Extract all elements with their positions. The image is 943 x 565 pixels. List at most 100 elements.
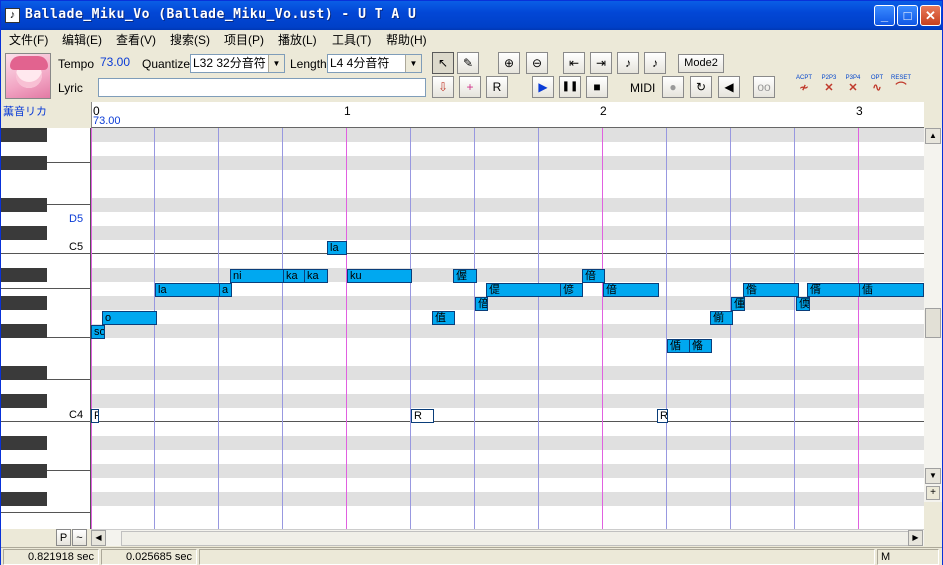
- scroll-down-icon[interactable]: ▼: [925, 468, 941, 484]
- scroll-left-icon[interactable]: ◀: [91, 530, 106, 546]
- scroll-up-icon[interactable]: ▲: [925, 128, 941, 144]
- envelope-opt-button[interactable]: OPT ∿: [865, 75, 889, 97]
- zoom-in-icon[interactable]: ⊕: [498, 52, 520, 74]
- note[interactable]: 偱: [667, 339, 691, 353]
- menu-help[interactable]: 帮助(H): [386, 31, 427, 48]
- play-icon[interactable]: ▶: [532, 76, 554, 98]
- speaker-icon[interactable]: ◀: [718, 76, 740, 98]
- tempo-input[interactable]: 73.00: [98, 54, 138, 73]
- piano-keyboard[interactable]: D5 C5 C4: [1, 128, 91, 529]
- merge-note-icon[interactable]: ♪: [644, 52, 666, 74]
- midi-record-icon[interactable]: ●: [662, 76, 684, 98]
- menu-view[interactable]: 查看(V): [116, 31, 156, 48]
- pitch-curve-button[interactable]: ~: [72, 529, 87, 546]
- envelope-reset-button[interactable]: RESET ⌒: [889, 75, 913, 97]
- close-button[interactable]: ✕: [920, 5, 941, 26]
- note[interactable]: ka: [283, 269, 306, 283]
- black-key[interactable]: [1, 128, 47, 142]
- piano-roll[interactable]: so o la a ni ka ka la ku 值 偓 偣 偍 偐 偣 偣 偱…: [91, 128, 924, 529]
- black-key[interactable]: [1, 198, 47, 212]
- note[interactable]: so: [91, 325, 105, 339]
- note[interactable]: 偹: [689, 339, 712, 353]
- utau-window: ♪ Ballade_Miku_Vo (Ballade_Miku_Vo.ust) …: [0, 0, 943, 565]
- black-key[interactable]: [1, 156, 47, 170]
- note[interactable]: ka: [304, 269, 328, 283]
- note[interactable]: la: [155, 283, 221, 297]
- timeline-ruler[interactable]: 0 1 2 3 73.00: [91, 102, 924, 128]
- mode2-button[interactable]: Mode2: [678, 54, 724, 73]
- note[interactable]: 偓: [453, 269, 477, 283]
- pencil-tool-icon[interactable]: ✎: [457, 52, 479, 74]
- note[interactable]: 偍: [486, 283, 562, 297]
- note[interactable]: ni: [230, 269, 285, 283]
- menu-play[interactable]: 播放(L): [278, 31, 317, 48]
- note[interactable]: 偐: [560, 283, 583, 297]
- vertical-scrollbar[interactable]: ▲ ▼: [924, 128, 942, 502]
- envelope-acpt-button[interactable]: ACPT ≁: [792, 75, 816, 97]
- go-to-end-icon[interactable]: ⇥: [590, 52, 612, 74]
- menu-tools[interactable]: 工具(T): [332, 31, 371, 48]
- note[interactable]: 偂: [710, 311, 733, 325]
- black-key[interactable]: [1, 492, 47, 506]
- note[interactable]: a: [219, 283, 232, 297]
- tempo-marker[interactable]: 73.00: [93, 115, 121, 127]
- rest-note[interactable]: R: [411, 409, 434, 423]
- note[interactable]: 偣: [603, 283, 659, 297]
- note[interactable]: 值: [432, 311, 455, 325]
- vertical-scroll-thumb[interactable]: [925, 308, 941, 338]
- maximize-button[interactable]: □: [897, 5, 918, 26]
- vertical-zoom-button[interactable]: +: [926, 486, 940, 500]
- black-key[interactable]: [1, 296, 47, 310]
- black-key[interactable]: [1, 268, 47, 282]
- horizontal-scrollbar[interactable]: ◀ ▶: [91, 529, 924, 546]
- key-divider: [1, 288, 90, 289]
- note[interactable]: 偅: [731, 297, 745, 311]
- midi-loop-icon[interactable]: ↻: [690, 76, 712, 98]
- rest-note[interactable]: R: [91, 409, 99, 423]
- menu-file[interactable]: 文件(F): [9, 31, 48, 48]
- rest-note[interactable]: R: [657, 409, 668, 423]
- go-to-start-icon[interactable]: ⇤: [563, 52, 585, 74]
- note[interactable]: 偄: [796, 297, 810, 311]
- black-key[interactable]: [1, 464, 47, 478]
- pointer-tool-icon[interactable]: ↖: [432, 52, 454, 74]
- stop-icon[interactable]: ■: [586, 76, 608, 98]
- add-note-icon[interactable]: +: [459, 76, 481, 98]
- note[interactable]: ku: [347, 269, 412, 283]
- note[interactable]: 偣: [475, 297, 488, 311]
- black-key[interactable]: [1, 226, 47, 240]
- envelope-p3p4-button[interactable]: P3P4 ✕: [841, 75, 865, 97]
- octave-line: [91, 253, 924, 254]
- note[interactable]: o: [102, 311, 157, 325]
- minimize-button[interactable]: _: [874, 5, 895, 26]
- menu-search[interactable]: 搜索(S): [170, 31, 210, 48]
- pitch-p-button[interactable]: P: [56, 529, 71, 546]
- envelope-p2p3-button[interactable]: P2P3 ✕: [817, 75, 841, 97]
- black-key[interactable]: [1, 436, 47, 450]
- black-key[interactable]: [1, 366, 47, 380]
- voicebank-name[interactable]: 薫音リカ: [3, 103, 47, 119]
- insert-note-icon[interactable]: ⇩: [432, 76, 454, 98]
- quantize-select[interactable]: L32 32分音符 ▼: [190, 54, 285, 73]
- menu-project[interactable]: 项目(P): [224, 31, 264, 48]
- voicebank-avatar[interactable]: [5, 53, 51, 99]
- note[interactable]: 偺: [743, 283, 799, 297]
- lyric-input[interactable]: [98, 78, 426, 97]
- bar-number: 3: [856, 104, 863, 118]
- link-icon[interactable]: oo: [753, 76, 775, 98]
- pause-icon[interactable]: ❚❚: [559, 76, 581, 98]
- black-key[interactable]: [1, 394, 47, 408]
- black-key[interactable]: [1, 324, 47, 338]
- zoom-out-icon[interactable]: ⊖: [526, 52, 548, 74]
- menu-edit[interactable]: 编辑(E): [62, 31, 102, 48]
- scroll-right-icon[interactable]: ▶: [908, 530, 923, 546]
- note[interactable]: 偛: [859, 283, 924, 297]
- split-note-icon[interactable]: ♪: [617, 52, 639, 74]
- insert-rest-icon[interactable]: R: [486, 76, 508, 98]
- title-bar[interactable]: ♪ Ballade_Miku_Vo (Ballade_Miku_Vo.ust) …: [1, 1, 942, 30]
- length-select[interactable]: L4 4分音符 ▼: [327, 54, 422, 73]
- horizontal-scroll-thumb[interactable]: [121, 531, 921, 546]
- note[interactable]: 偦: [807, 283, 863, 297]
- note[interactable]: 偣: [582, 269, 605, 283]
- note[interactable]: la: [327, 241, 347, 255]
